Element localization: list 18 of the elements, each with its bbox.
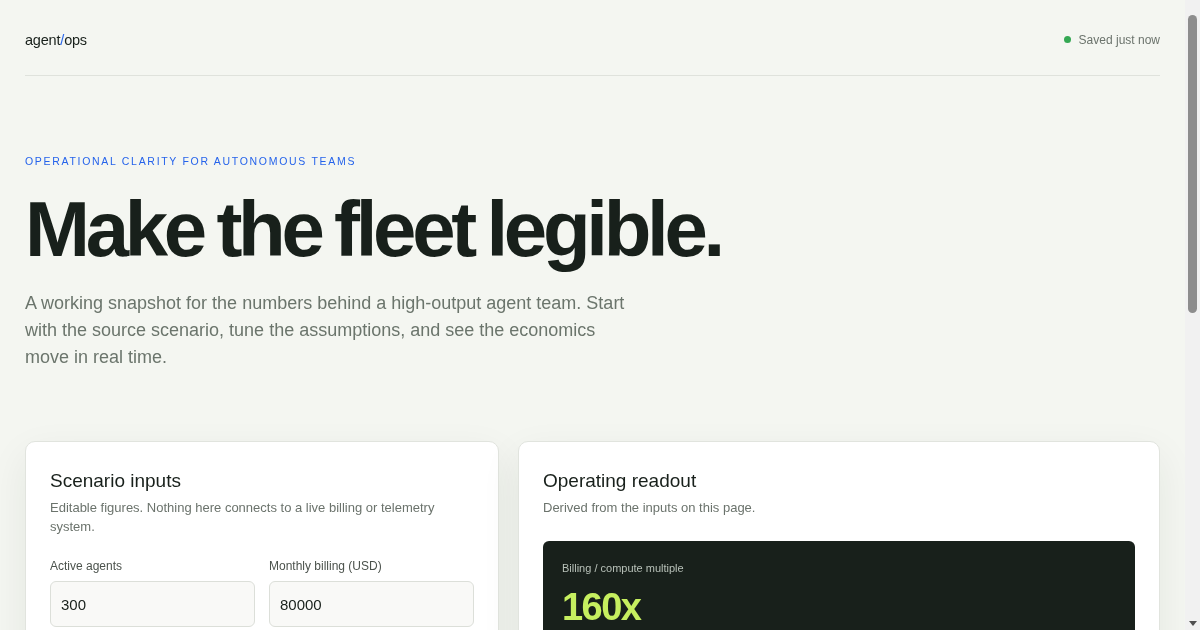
metric-value: 160x [562,588,641,626]
field-label: Monthly billing (USD) [269,558,383,574]
scrollbar-thumb[interactable] [1188,15,1197,313]
logo[interactable]: agent/ops [25,30,87,49]
panel-title: Scenario inputs [50,469,182,493]
panel-subtitle: Derived from the inputs on this page. [543,499,757,517]
field-label: Active agents [50,558,124,574]
input-field[interactable]: 80000 [269,581,474,627]
panel-subtitle: Editable figures. Nothing here connects to a live billing or telemetry system. [50,499,436,536]
eyebrow-text: OPERATIONAL CLARITY FOR AUTONOMOUS TEAMS [25,154,358,168]
scroll-down-arrow-icon[interactable] [1188,621,1197,626]
metric-label: Billing / compute multiple [562,561,684,576]
status-dot-icon [1063,36,1071,43]
hero-description: A working snapshot for the numbers behind a high-output agent team. Start with the source scenario, tune the assumptions, and see the economics move in real time. [25,292,626,369]
panel-title: Operating readout [543,469,698,493]
input-field[interactable]: 300 [50,581,255,627]
scrollbar[interactable] [1185,0,1200,630]
save-status: Saved just now [1078,31,1160,48]
